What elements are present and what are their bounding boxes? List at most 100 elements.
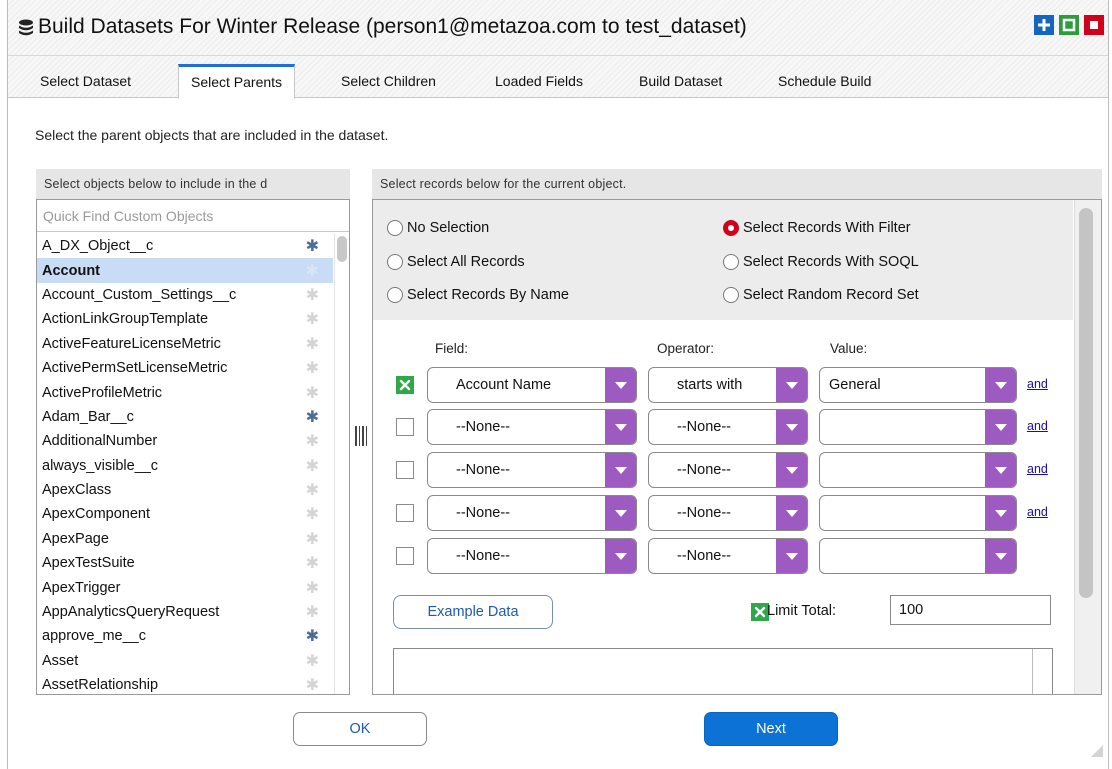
dropdown-caret[interactable] xyxy=(776,453,807,487)
dropdown-caret[interactable] xyxy=(605,368,636,402)
field-select[interactable]: --None-- xyxy=(427,452,637,488)
asterisk-icon[interactable]: ✱ xyxy=(306,383,319,403)
asterisk-icon[interactable]: ✱ xyxy=(306,456,319,476)
close-button[interactable] xyxy=(1084,15,1104,35)
list-item[interactable]: AdditionalNumber ✱ xyxy=(37,429,333,453)
limit-total-input[interactable] xyxy=(890,595,1051,625)
tab-schedule-build[interactable]: Schedule Build xyxy=(766,64,883,98)
dropdown-caret[interactable] xyxy=(985,368,1016,402)
value-select[interactable] xyxy=(819,538,1017,574)
object-list-scrollbar[interactable] xyxy=(334,234,348,694)
list-item[interactable]: AppAnalyticsQueryRequest ✱ xyxy=(37,600,333,624)
asterisk-icon[interactable]: ✱ xyxy=(306,358,319,378)
dropdown-caret[interactable] xyxy=(776,496,807,530)
operator-select[interactable]: --None-- xyxy=(648,538,808,574)
list-item[interactable]: ApexTestSuite ✱ xyxy=(37,551,333,575)
operator-select[interactable]: --None-- xyxy=(648,452,808,488)
list-item[interactable]: always_visible__c ✱ xyxy=(37,454,333,478)
asterisk-icon[interactable]: ✱ xyxy=(306,529,319,549)
dropdown-caret[interactable] xyxy=(985,410,1016,444)
operator-select[interactable]: --None-- xyxy=(648,409,808,445)
dropdown-caret[interactable] xyxy=(985,539,1016,573)
scrollbar-thumb[interactable] xyxy=(1079,208,1093,598)
asterisk-icon[interactable]: ✱ xyxy=(306,504,319,524)
next-button[interactable]: Next xyxy=(704,712,838,746)
value-select[interactable] xyxy=(819,452,1017,488)
dropdown-caret[interactable] xyxy=(605,410,636,444)
asterisk-icon[interactable]: ✱ xyxy=(306,626,319,646)
resize-grip-icon[interactable] xyxy=(1088,742,1104,758)
tab-select-parents[interactable]: Select Parents xyxy=(178,64,296,99)
list-item[interactable]: AssetRelationship ✱ xyxy=(37,673,333,694)
dropdown-caret[interactable] xyxy=(605,539,636,573)
asterisk-icon[interactable]: ✱ xyxy=(306,261,319,281)
dropdown-caret[interactable] xyxy=(776,539,807,573)
radio-select-all-records[interactable]: Select All Records xyxy=(387,254,525,270)
dropdown-caret[interactable] xyxy=(776,410,807,444)
asterisk-icon[interactable]: ✱ xyxy=(306,407,319,427)
value-select[interactable] xyxy=(819,409,1017,445)
dropdown-caret[interactable] xyxy=(776,368,807,402)
ok-button[interactable]: OK xyxy=(293,712,427,746)
radio-select-random-record-set[interactable]: Select Random Record Set xyxy=(723,287,919,303)
asterisk-icon[interactable]: ✱ xyxy=(306,236,319,256)
list-item[interactable]: ApexPage ✱ xyxy=(37,527,333,551)
value-select[interactable]: General xyxy=(819,367,1017,403)
value-select[interactable] xyxy=(819,495,1017,531)
list-item[interactable]: ActivePermSetLicenseMetric ✱ xyxy=(37,356,333,380)
field-select[interactable]: --None-- xyxy=(427,409,637,445)
list-item[interactable]: approve_me__c ✱ xyxy=(37,624,333,648)
example-data-button[interactable]: Example Data xyxy=(393,595,553,629)
list-item[interactable]: Asset ✱ xyxy=(37,649,333,673)
asterisk-icon[interactable]: ✱ xyxy=(306,602,319,622)
asterisk-icon[interactable]: ✱ xyxy=(306,578,319,598)
operator-select[interactable]: starts with xyxy=(648,367,808,403)
list-item[interactable]: ApexComponent ✱ xyxy=(37,502,333,526)
tab-build-dataset[interactable]: Build Dataset xyxy=(627,64,734,98)
asterisk-icon[interactable]: ✱ xyxy=(306,309,319,329)
list-item[interactable]: Account ✱ xyxy=(37,258,333,283)
radio-select-records-with-soql[interactable]: Select Records With SOQL xyxy=(723,254,919,270)
filter-row-checkbox[interactable] xyxy=(396,376,414,394)
tab-select-children[interactable]: Select Children xyxy=(329,64,448,98)
and-link[interactable]: and xyxy=(1027,505,1048,519)
and-link[interactable]: and xyxy=(1027,377,1048,391)
quick-find-input[interactable] xyxy=(37,200,349,232)
field-select[interactable]: --None-- xyxy=(427,495,637,531)
dropdown-caret[interactable] xyxy=(605,496,636,530)
radio-select-records-by-name[interactable]: Select Records By Name xyxy=(387,287,569,303)
maximize-button[interactable] xyxy=(1034,15,1054,35)
asterisk-icon[interactable]: ✱ xyxy=(306,675,319,694)
list-item[interactable]: Account_Custom_Settings__c ✱ xyxy=(37,283,333,307)
tab-select-dataset[interactable]: Select Dataset xyxy=(28,64,143,98)
list-item[interactable]: ActionLinkGroupTemplate ✱ xyxy=(37,307,333,331)
asterisk-icon[interactable]: ✱ xyxy=(306,334,319,354)
scrollbar-thumb[interactable] xyxy=(337,236,347,262)
dropdown-caret[interactable] xyxy=(605,453,636,487)
dropdown-caret[interactable] xyxy=(985,496,1016,530)
radio-select-records-with-filter[interactable]: Select Records With Filter xyxy=(723,220,911,236)
operator-select[interactable]: --None-- xyxy=(648,495,808,531)
and-link[interactable]: and xyxy=(1027,419,1048,433)
filter-row-checkbox[interactable] xyxy=(396,504,414,522)
restore-button[interactable] xyxy=(1059,15,1079,35)
tab-loaded-fields[interactable]: Loaded Fields xyxy=(483,64,595,98)
filter-row-checkbox[interactable] xyxy=(396,461,414,479)
records-panel-scrollbar[interactable] xyxy=(1074,200,1101,694)
radio-no-selection[interactable]: No Selection xyxy=(387,220,489,236)
asterisk-icon[interactable]: ✱ xyxy=(306,651,319,671)
asterisk-icon[interactable]: ✱ xyxy=(306,285,319,305)
list-item[interactable]: ActiveFeatureLicenseMetric ✱ xyxy=(37,332,333,356)
asterisk-icon[interactable]: ✱ xyxy=(306,553,319,573)
soql-text-area[interactable] xyxy=(393,648,1053,694)
list-item[interactable]: ApexTrigger ✱ xyxy=(37,575,333,599)
asterisk-icon[interactable]: ✱ xyxy=(306,431,319,451)
filter-row-checkbox[interactable] xyxy=(396,547,414,565)
list-item[interactable]: ActiveProfileMetric ✱ xyxy=(37,380,333,404)
splitter-handle[interactable] xyxy=(354,418,368,454)
asterisk-icon[interactable]: ✱ xyxy=(306,480,319,500)
and-link[interactable]: and xyxy=(1027,462,1048,476)
list-item[interactable]: A_DX_Object__c ✱ xyxy=(37,234,333,258)
text-area-scrollbar[interactable] xyxy=(1032,649,1052,694)
title-bar[interactable]: Build Datasets For Winter Release (perso… xyxy=(8,0,1108,56)
